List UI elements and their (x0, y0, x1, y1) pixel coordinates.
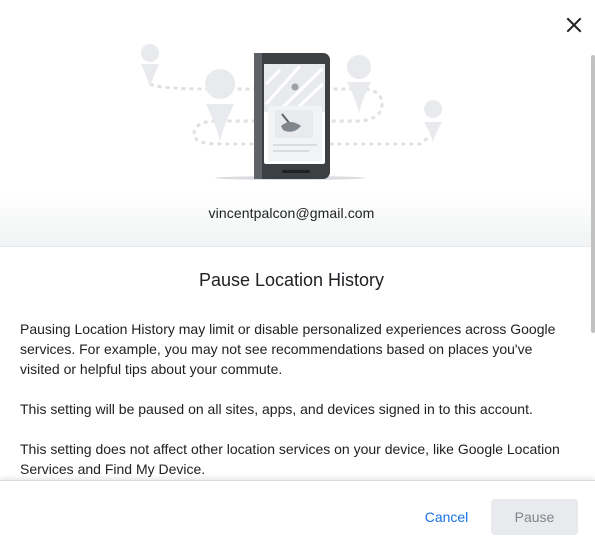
phone-map-illustration (141, 44, 443, 180)
body-paragraph-location-services: This setting does not affect other locat… (20, 441, 560, 477)
dialog-header: vincentpalcon@gmail.com (0, 0, 595, 247)
scrollbar-thumb[interactable] (591, 55, 595, 333)
close-icon (566, 17, 582, 33)
pause-button[interactable]: Pause (491, 499, 578, 535)
close-button[interactable] (561, 12, 587, 38)
dialog-title: Pause Location History (198, 270, 385, 290)
account-email: vincentpalcon@gmail.com (208, 205, 375, 221)
body-paragraph-personalization: Pausing Location History may limit or di… (20, 321, 556, 377)
body-paragraph-scope: This setting will be paused on all sites… (20, 401, 533, 417)
dialog-footer: Cancel Pause (0, 480, 595, 546)
cancel-button[interactable]: Cancel (414, 499, 479, 535)
dialog-body: Pausing Location History may limit or di… (20, 319, 568, 499)
